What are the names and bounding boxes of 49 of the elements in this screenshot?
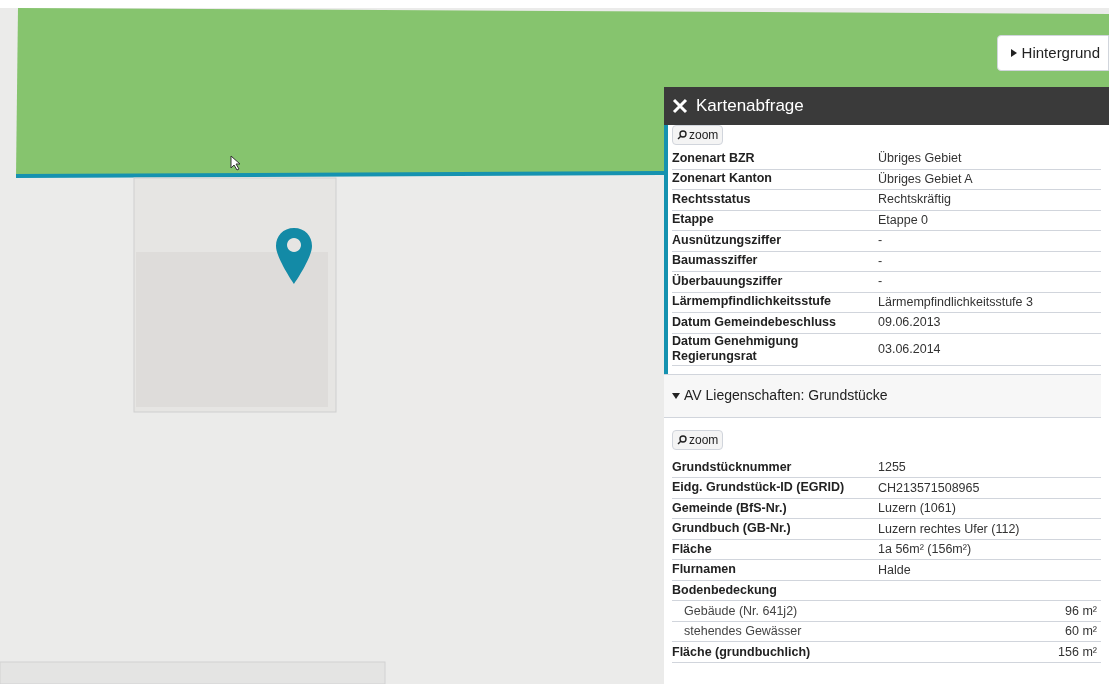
field-label: Flurnamen xyxy=(672,562,737,578)
field-value: - xyxy=(878,273,883,291)
field-label: Datum Genehmigung Regierungsrat xyxy=(672,333,800,365)
close-icon[interactable] xyxy=(672,98,688,114)
field-value: - xyxy=(878,232,883,250)
field-value: Luzern (1061) xyxy=(878,500,956,518)
field-value: Etappe 0 xyxy=(878,211,929,229)
field-value: Übriges Gebiet A xyxy=(878,170,973,188)
field-label: Zonenart BZR xyxy=(672,150,756,167)
zoom-button[interactable]: zoom xyxy=(672,429,724,450)
search-icon xyxy=(677,130,687,140)
field-label: Zonenart Kanton xyxy=(672,171,773,188)
field-value: Rechtskräftig xyxy=(878,191,951,209)
field-value: CH213571508965 xyxy=(878,479,980,497)
field-value: 1255 xyxy=(878,459,906,477)
field-value: Übriges Gebiet xyxy=(878,150,962,168)
field-value: - xyxy=(878,252,883,270)
field-label: Etappe xyxy=(672,212,715,229)
field-label: Baumassziffer xyxy=(672,253,759,270)
field-label: stehendes Gewässer xyxy=(683,623,803,641)
background-button[interactable]: Hintergrund xyxy=(996,35,1109,71)
map-pin-icon xyxy=(274,226,314,286)
panel-title: Kartenabfrage xyxy=(696,95,804,118)
cursor-icon xyxy=(230,155,242,171)
field-label: Eidg. Grundstück-ID (EGRID) xyxy=(672,480,846,496)
field-label: Rechtsstatus xyxy=(672,191,752,208)
field-label: Bodenbedeckung xyxy=(672,582,777,600)
zoom-button[interactable]: zoom xyxy=(672,125,724,145)
field-value: 1a 56m² (156m²) xyxy=(878,541,972,559)
field-label: Überbauungsziffer xyxy=(672,273,784,290)
field-value: 03.06.2014 xyxy=(878,340,941,358)
field-label: Gemeinde (BfS-Nr.) xyxy=(672,500,788,517)
field-label: Grundbuch (GB-Nr.) xyxy=(672,521,792,537)
field-value: Luzern rechtes Ufer (112) xyxy=(878,520,1020,538)
field-value: 60 m² xyxy=(1065,623,1098,641)
field-label: Fläche (grundbuchlich) xyxy=(672,643,812,661)
field-label: Lärmempfindlichkeitsstufe xyxy=(672,294,833,311)
field-label: Fläche xyxy=(672,541,713,558)
field-value: 96 m² xyxy=(1065,602,1098,620)
field-label: Grundstücknummer xyxy=(672,459,793,476)
field-value: Lärmempfindlichkeitsstufe 3 xyxy=(878,293,1033,311)
field-label: Ausnützungsziffer xyxy=(672,232,783,249)
field-label: Datum Gemeindebeschluss xyxy=(672,314,837,331)
field-value: Halde xyxy=(878,561,911,579)
field-label: Gebäude (Nr. 641j2) xyxy=(683,602,799,620)
field-value: 09.06.2013 xyxy=(878,314,941,332)
section-header[interactable]: AV Liegenschaften: Grundstücke xyxy=(664,373,1101,418)
field-value: 156 m² xyxy=(1058,643,1098,661)
search-icon xyxy=(677,434,687,445)
